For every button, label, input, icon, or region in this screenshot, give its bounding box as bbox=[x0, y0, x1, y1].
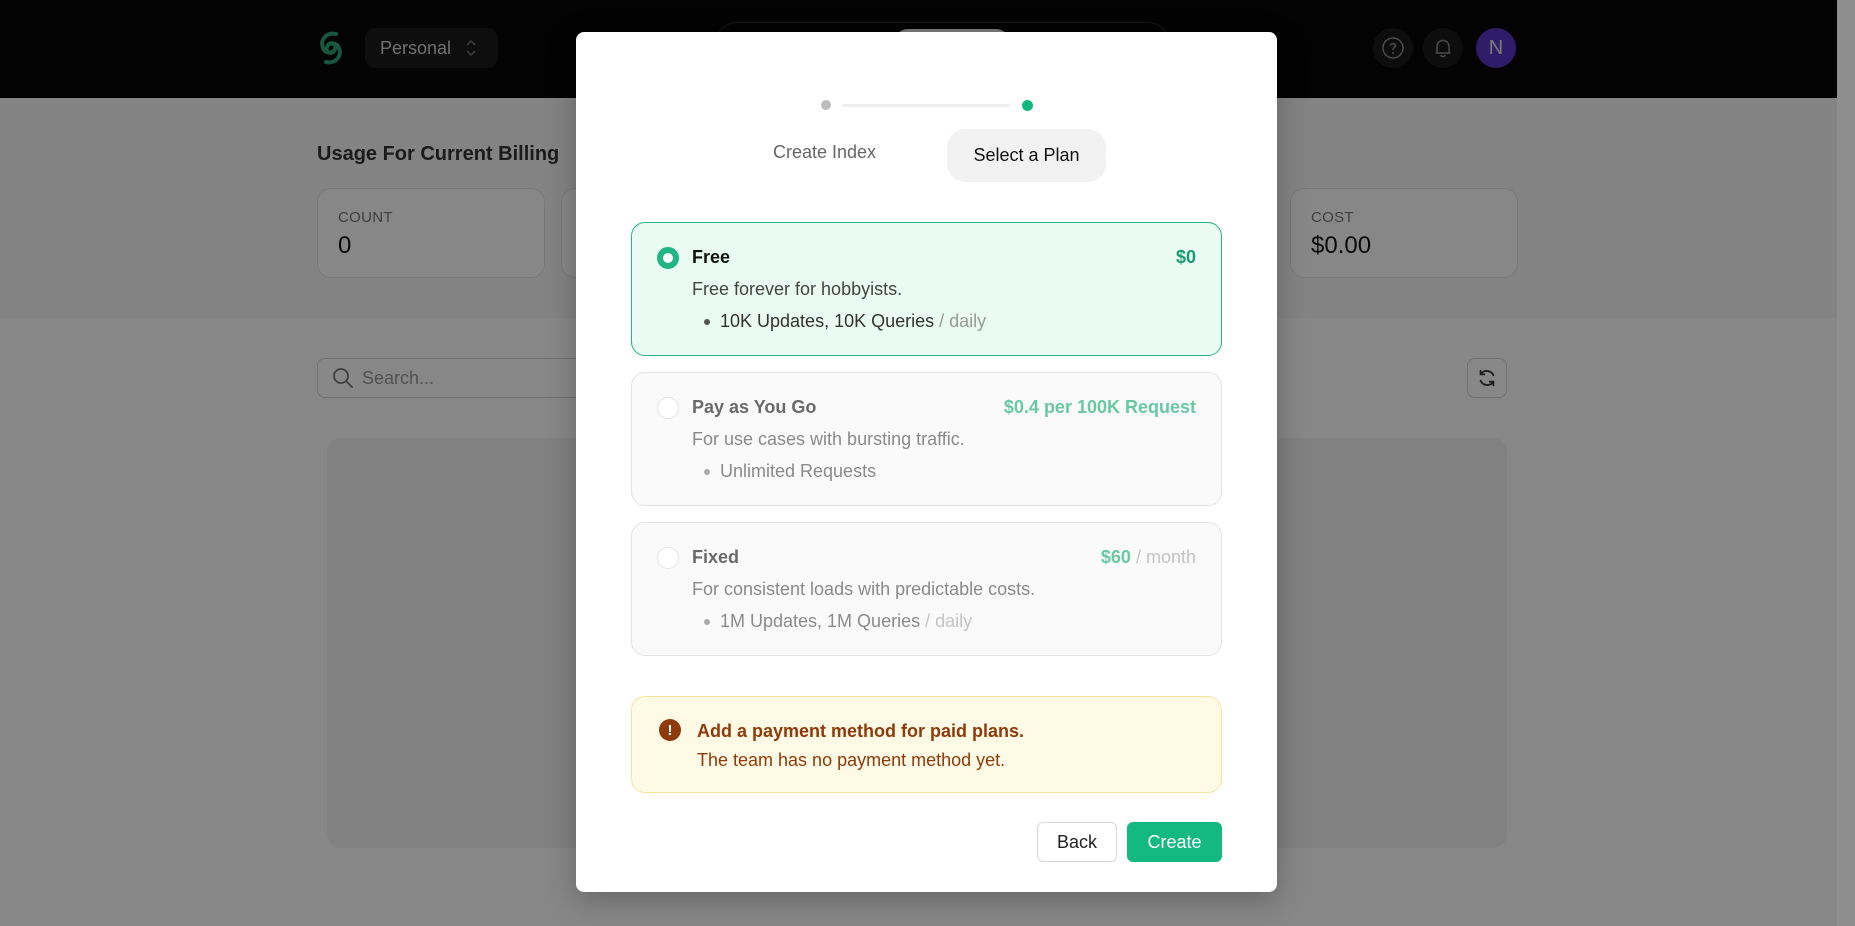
create-button[interactable]: Create bbox=[1127, 822, 1222, 862]
plan-price-amount: $60 bbox=[1100, 547, 1131, 567]
alert-title: Add a payment method for paid plans. bbox=[697, 721, 1025, 741]
plan-description: For consistent loads with predictable co… bbox=[692, 579, 1036, 599]
plan-description: Free forever for hobbyists. bbox=[692, 279, 903, 299]
bullet-icon bbox=[704, 318, 710, 325]
plan-feature: 1M Updates, 1M Queries / daily bbox=[704, 611, 972, 632]
feature-text: 10K Updates, 10K Queries bbox=[720, 311, 935, 331]
plan-price-amount: $0.4 per 100K Request bbox=[1003, 397, 1196, 417]
alert-body: The team has no payment method yet. bbox=[697, 750, 1006, 770]
create-index-modal: Create Index Select a Plan Free $0 Free … bbox=[576, 32, 1277, 892]
bullet-icon bbox=[704, 468, 710, 475]
plan-price: $0 bbox=[1176, 247, 1196, 268]
radio-unselected[interactable] bbox=[657, 397, 679, 419]
step-connector bbox=[842, 104, 1010, 107]
plan-price: $0.4 per 100K Request bbox=[1004, 397, 1196, 418]
plan-feature: Unlimited Requests bbox=[704, 461, 876, 482]
step-dot-active bbox=[1022, 100, 1033, 111]
plan-feature: 10K Updates, 10K Queries / daily bbox=[704, 311, 986, 332]
step-create-index[interactable]: Create Index bbox=[773, 142, 876, 163]
step-select-plan[interactable]: Select a Plan bbox=[947, 129, 1106, 182]
plan-price-amount: $0 bbox=[1175, 247, 1196, 267]
back-button[interactable]: Back bbox=[1037, 822, 1117, 862]
feature-text: 1M Updates, 1M Queries bbox=[720, 611, 921, 631]
page-scrollbar[interactable] bbox=[1837, 0, 1855, 926]
plan-price-unit: / month bbox=[1135, 547, 1196, 567]
plan-price: $60 / month bbox=[1101, 547, 1196, 568]
payment-method-alert: ! Add a payment method for paid plans. T… bbox=[631, 696, 1222, 793]
plan-option-pay-as-you-go[interactable]: Pay as You Go $0.4 per 100K Request For … bbox=[631, 372, 1222, 506]
exclamation-icon: ! bbox=[659, 719, 681, 741]
plan-option-free[interactable]: Free $0 Free forever for hobbyists. 10K … bbox=[631, 222, 1222, 356]
plan-option-fixed[interactable]: Fixed $60 / month For consistent loads w… bbox=[631, 522, 1222, 656]
feature-suffix: / daily bbox=[925, 611, 973, 631]
plan-description: For use cases with bursting traffic. bbox=[692, 429, 965, 449]
bullet-icon bbox=[704, 618, 710, 625]
feature-suffix: / daily bbox=[939, 311, 987, 331]
plan-name: Fixed bbox=[692, 547, 740, 567]
step-dot-completed bbox=[821, 100, 831, 110]
radio-unselected[interactable] bbox=[657, 547, 679, 569]
plan-name: Free bbox=[692, 247, 731, 267]
plan-name: Pay as You Go bbox=[692, 397, 817, 417]
radio-selected[interactable] bbox=[657, 247, 679, 269]
feature-text: Unlimited Requests bbox=[720, 461, 877, 481]
